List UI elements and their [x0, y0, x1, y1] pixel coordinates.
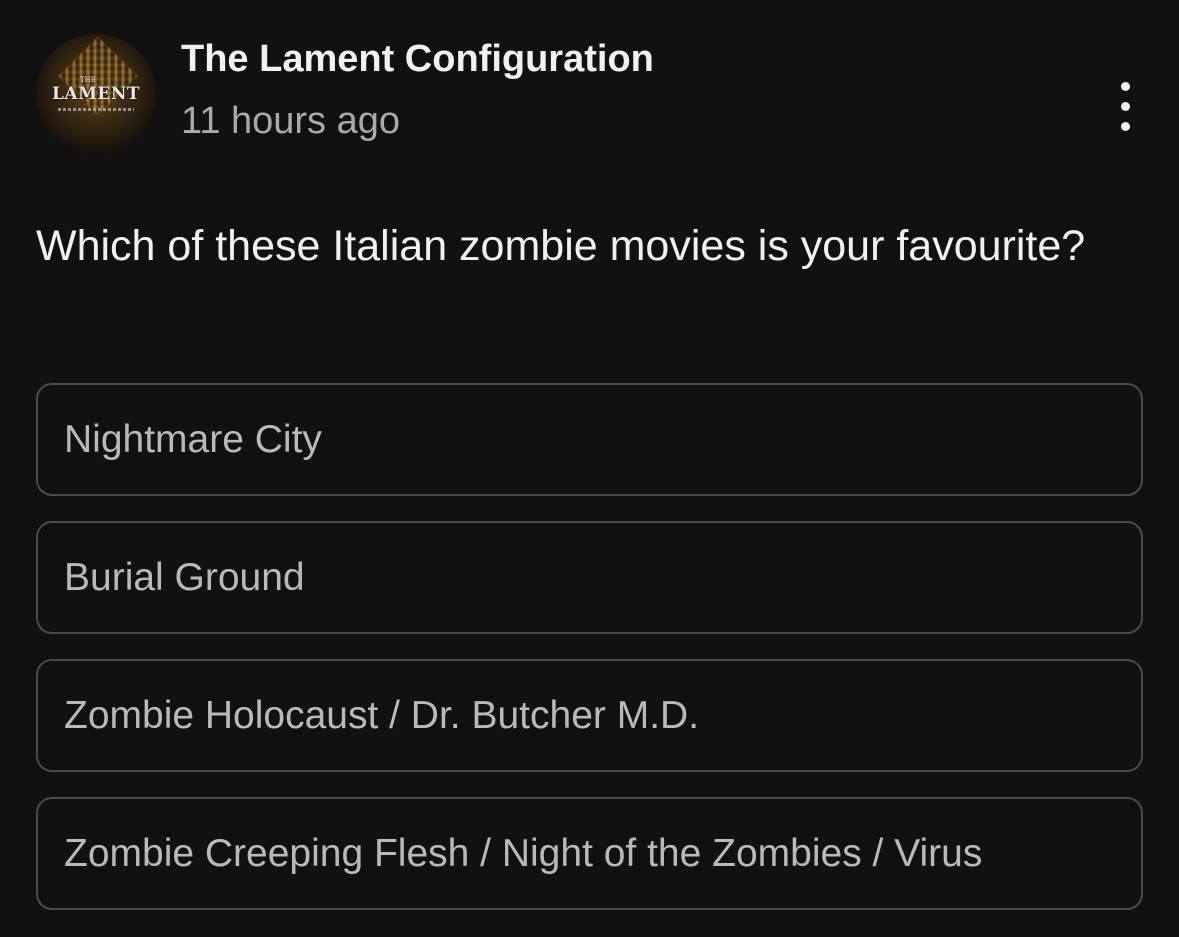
poll-option[interactable]: Zombie Holocaust / Dr. Butcher M.D.	[36, 659, 1143, 772]
channel-name[interactable]: The Lament Configuration	[181, 38, 654, 81]
avatar-small-text: THE	[80, 76, 96, 84]
poll-option-label: Zombie Creeping Flesh / Night of the Zom…	[64, 831, 983, 875]
more-vertical-icon	[1121, 82, 1130, 91]
poll-option-label: Nightmare City	[64, 417, 322, 461]
poll-option-label: Burial Ground	[64, 555, 305, 599]
post-header: THE LAMENT The Lament Configuration 11 h…	[36, 34, 1144, 156]
more-vertical-icon	[1121, 122, 1130, 131]
avatar-logo-text: LAMENT	[51, 84, 141, 104]
post-timestamp: 11 hours ago	[181, 100, 401, 142]
poll-option[interactable]: Burial Ground	[36, 521, 1143, 634]
poll-option-label: Zombie Holocaust / Dr. Butcher M.D.	[64, 693, 700, 737]
channel-avatar[interactable]: THE LAMENT	[36, 34, 156, 154]
avatar-logo-subline	[58, 108, 134, 111]
more-options-button[interactable]	[1104, 80, 1144, 136]
poll-option[interactable]: Nightmare City	[36, 383, 1143, 496]
poll-options: Nightmare City Burial Ground Zombie Holo…	[36, 383, 1143, 935]
more-vertical-icon	[1121, 102, 1130, 111]
poll-question: Which of these Italian zombie movies is …	[36, 222, 1086, 270]
poll-option[interactable]: Zombie Creeping Flesh / Night of the Zom…	[36, 797, 1143, 910]
